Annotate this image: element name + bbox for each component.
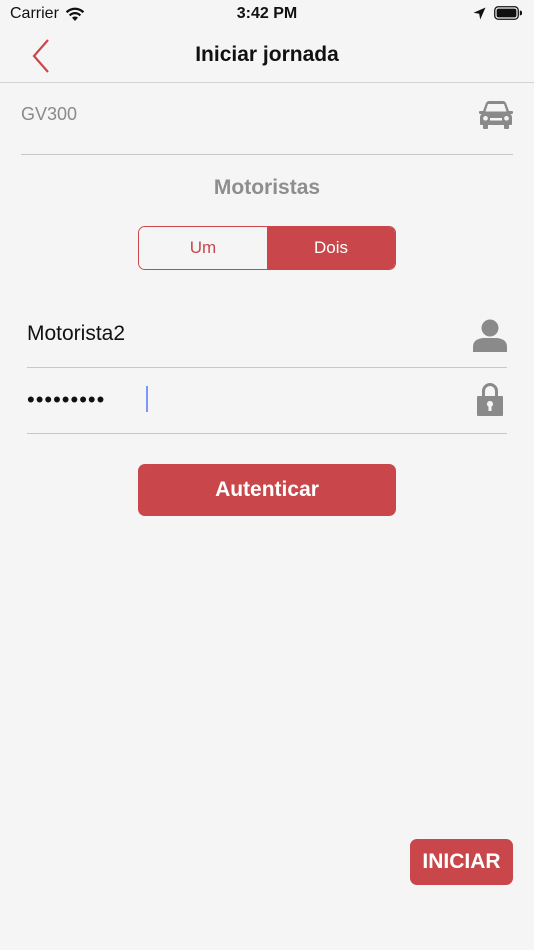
password-input[interactable] (27, 382, 447, 418)
vehicle-code: GV300 (21, 104, 78, 124)
location-arrow-icon (473, 7, 486, 19)
vehicle-row: GV300 (21, 90, 513, 155)
username-field-row (27, 302, 507, 368)
status-right (473, 6, 522, 20)
user-icon (473, 319, 507, 352)
status-time: 3:42 PM (236, 5, 298, 22)
segment-dois[interactable]: Dois (267, 227, 395, 269)
driver-segmented-control: Um Dois (138, 226, 396, 270)
lock-icon (477, 383, 503, 416)
password-field-row (27, 368, 507, 434)
segment-um[interactable]: Um (139, 227, 267, 269)
start-button[interactable]: INICIAR (410, 839, 513, 885)
drivers-title: Motoristas (213, 176, 321, 199)
status-bar: Carrier 3:42 PM (0, 0, 534, 30)
authenticate-button[interactable]: Autenticar (138, 464, 396, 516)
page-title: Iniciar jornada (195, 43, 339, 66)
username-input[interactable] (27, 316, 447, 352)
battery-icon (494, 6, 522, 20)
text-caret (146, 386, 148, 412)
car-icon (479, 101, 513, 129)
nav-bar: Iniciar jornada (0, 30, 534, 83)
